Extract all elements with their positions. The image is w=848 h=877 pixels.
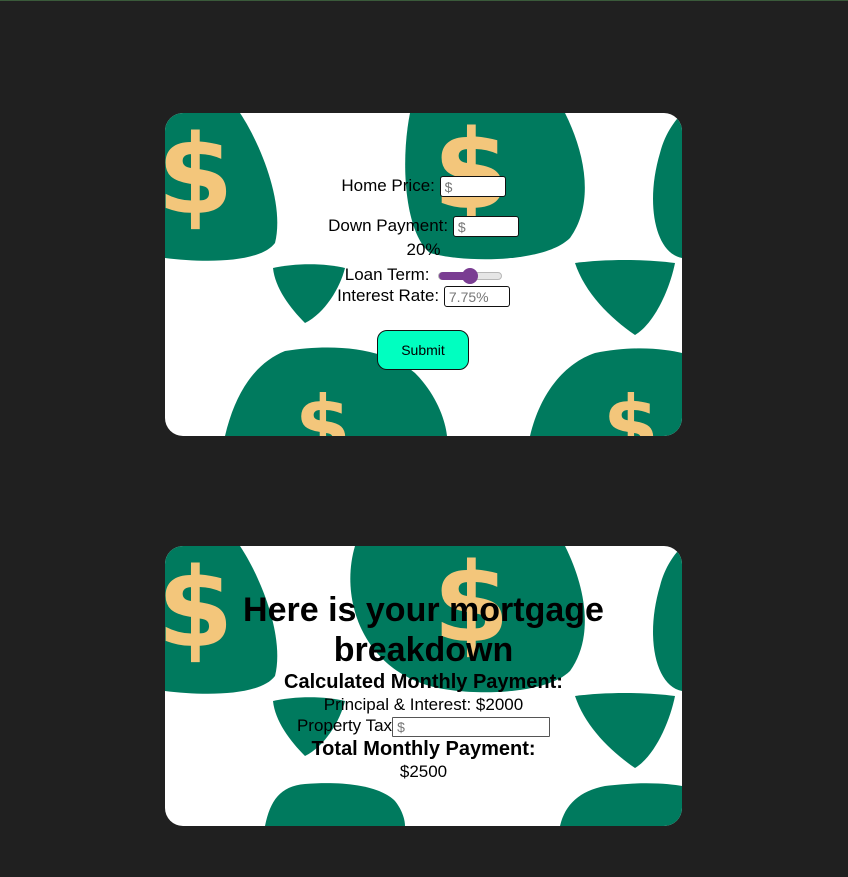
breakdown-heading: Here is your mortgage breakdown (243, 591, 604, 669)
calculated-payment-label: Calculated Monthly Payment: (284, 671, 563, 693)
submit-button[interactable]: Submit (377, 330, 469, 370)
total-payment-value: $2500 (399, 762, 448, 781)
home-price-row: Home Price: (165, 176, 682, 198)
mortgage-breakdown-card: $ $ Here is your mortgage breakdown Calc… (165, 546, 682, 826)
loan-term-row: Loan Term: (165, 265, 682, 285)
down-payment-input[interactable] (452, 216, 519, 238)
property-tax-input[interactable] (392, 716, 551, 737)
total-payment-label: Total Monthly Payment: (311, 738, 536, 760)
down-payment-percent: 20% (406, 240, 441, 259)
mortgage-form-card: $ $ $ $ Home Price: Down Payment: 20% Lo… (165, 113, 682, 436)
interest-rate-row: Interest Rate: (165, 286, 682, 308)
down-payment-label: Down Payment: (328, 216, 449, 235)
property-tax-label: Property Tax (296, 716, 393, 735)
interest-rate-input[interactable] (443, 286, 510, 308)
mortgage-form: Home Price: Down Payment: 20% Loan Term:… (165, 113, 682, 436)
principal-interest-value: Principal & Interest: $2000 (323, 695, 524, 714)
mortgage-breakdown: Here is your mortgage breakdown Calculat… (165, 546, 682, 826)
loan-term-slider[interactable] (438, 267, 503, 284)
home-price-label: Home Price: (341, 176, 435, 195)
loan-term-slider-thumb[interactable] (462, 267, 479, 284)
property-tax-row: Property Tax (165, 716, 682, 737)
loan-term-label: Loan Term: (344, 265, 430, 284)
app-page: $ $ $ $ Home Price: Down Payment: 20% Lo… (0, 0, 848, 877)
home-price-input[interactable] (439, 176, 506, 198)
down-payment-row: Down Payment: (165, 216, 682, 238)
interest-rate-label: Interest Rate: (337, 286, 440, 305)
